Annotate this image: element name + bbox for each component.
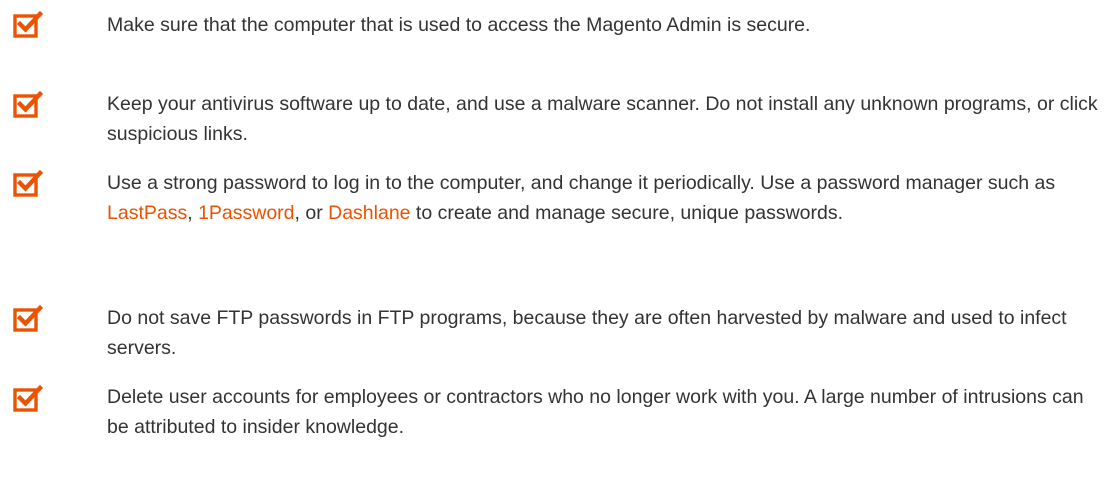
checkbox-checked-icon [13,169,43,199]
checklist-item-text-part: to create and manage secure, unique pass… [410,202,844,224]
checkbox-checked-icon [13,10,43,40]
checklist-item-text-part: Use a strong password to log in to the c… [107,172,1056,194]
checklist-item-text: Do not save FTP passwords in FTP program… [107,307,1067,359]
dashlane-link[interactable]: Dashlane [328,202,410,224]
checkbox-checked-icon [13,90,43,120]
checkbox-checked-icon [13,384,43,414]
separator-text: , [187,202,199,224]
checklist-item-text: Delete user accounts for employees or co… [107,386,1084,438]
checklist-item-text: Make sure that the computer that is used… [107,14,811,36]
checkbox-checked-icon [13,304,43,334]
lastpass-link[interactable]: LastPass [107,202,187,224]
checklist-item-text: Use a strong password to log in to the c… [107,168,1107,228]
separator-text: , or [294,202,329,224]
checklist-item-text: Keep your antivirus software up to date,… [107,93,1098,145]
1password-link[interactable]: 1Password [198,202,294,224]
